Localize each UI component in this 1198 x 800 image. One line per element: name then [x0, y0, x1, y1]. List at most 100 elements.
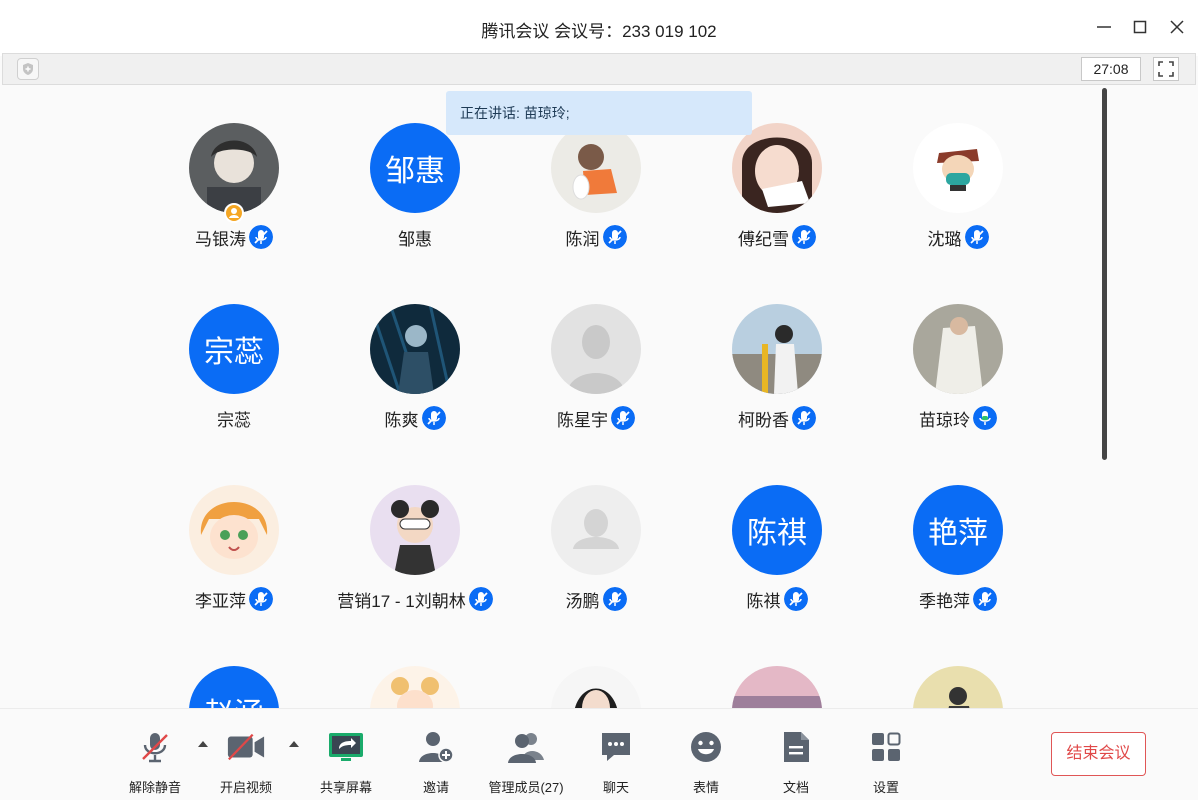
unmute-button[interactable]: 解除静音 — [115, 719, 195, 797]
mic-muted-icon[interactable] — [602, 587, 627, 611]
share-screen-button[interactable]: 共享屏幕 — [306, 719, 386, 797]
participant-name-row: 汤鹏 — [506, 586, 686, 612]
chat-button[interactable]: 聊天 — [576, 719, 656, 797]
mic-muted-icon[interactable] — [249, 587, 273, 611]
participant-name: 沈璐 — [927, 229, 962, 249]
manage-members-button[interactable]: 管理成员(27) — [486, 719, 566, 797]
participant-name: 宗蕊 — [217, 410, 251, 430]
participant-name: 陈星宇 — [557, 410, 608, 430]
mic-muted-icon[interactable] — [792, 225, 816, 249]
fullscreen-icon — [1158, 61, 1174, 77]
add-user-icon — [416, 727, 456, 767]
mic-muted-icon[interactable] — [783, 587, 808, 611]
participant-avatar: 陈祺 — [732, 485, 822, 575]
participant-tile[interactable]: 陈祺 陈祺 — [687, 449, 867, 611]
manage-members-label: 管理成员(27) — [488, 780, 564, 795]
meeting-toolbar: 解除静音 开启视频 共享屏幕 邀请 管理成员(27) 聊天 表情 文档 设置 结… — [0, 708, 1198, 800]
participant-tile[interactable]: 李亚萍 — [144, 449, 324, 611]
mic-muted-icon[interactable] — [973, 587, 997, 611]
reactions-button[interactable]: 表情 — [666, 719, 746, 797]
participant-avatar — [370, 666, 460, 708]
participant-name-row: 季艳萍 — [868, 586, 1048, 612]
participant-tile[interactable] — [868, 630, 1048, 708]
participant-tile[interactable]: 营销17 - 1刘朝林 — [325, 449, 505, 611]
host-badge — [224, 203, 244, 223]
participant-tile[interactable]: 陈星宇 — [506, 268, 686, 430]
unmute-label: 解除静音 — [128, 780, 181, 795]
video-options-caret[interactable] — [287, 737, 301, 751]
participant-avatar — [551, 485, 641, 575]
participant-name-row: 柯盼香 — [687, 405, 867, 431]
participant-name: 陈爽 — [384, 410, 419, 430]
participant-tile[interactable] — [325, 630, 505, 708]
settings-label: 设置 — [872, 780, 899, 795]
participant-avatar — [551, 304, 641, 394]
participant-avatar — [370, 304, 460, 394]
share-screen-label: 共享屏幕 — [319, 780, 372, 795]
smiley-icon — [686, 727, 726, 767]
participant-tile[interactable]: 陈爽 — [325, 268, 505, 430]
invite-button[interactable]: 邀请 — [396, 719, 476, 797]
maximize-button[interactable] — [1129, 16, 1151, 38]
close-icon — [1170, 20, 1184, 34]
participant-avatar — [189, 123, 279, 213]
fullscreen-button[interactable] — [1153, 57, 1179, 81]
current-speaker-banner: 正在讲话: 苗琼玲; — [446, 91, 752, 135]
participant-tile[interactable]: 汤鹏 — [506, 449, 686, 611]
mic-muted-icon[interactable] — [249, 225, 273, 249]
minimize-icon — [1097, 26, 1111, 28]
participant-name-row: 邹惠 — [325, 224, 505, 250]
meeting-info-bar: 27:08 — [2, 53, 1196, 85]
participant-avatar — [913, 304, 1003, 394]
mic-muted-icon[interactable] — [421, 406, 446, 430]
participant-tile[interactable]: 赵涵 — [144, 630, 324, 708]
camera-off-icon — [226, 727, 266, 767]
participant-avatar — [732, 304, 822, 394]
participant-tile[interactable]: 柯盼香 — [687, 268, 867, 430]
participant-tile[interactable] — [506, 630, 686, 708]
participant-avatar — [370, 485, 460, 575]
mic-active-icon[interactable] — [973, 406, 997, 430]
participant-name: 苗琼玲 — [919, 410, 970, 430]
start-video-button[interactable]: 开启视频 — [206, 719, 286, 797]
close-button[interactable] — [1166, 16, 1188, 38]
participant-name-row: 傅纪雪 — [687, 224, 867, 250]
participant-avatar: 赵涵 — [189, 666, 279, 708]
start-video-label: 开启视频 — [219, 780, 272, 795]
participant-avatar: 宗蕊 — [189, 304, 279, 394]
minimize-button[interactable] — [1093, 16, 1115, 38]
docs-label: 文档 — [782, 780, 809, 795]
participant-avatar — [732, 123, 822, 213]
caret-up-icon — [289, 741, 299, 747]
meeting-timer: 27:08 — [1081, 57, 1141, 81]
maximize-icon — [1133, 20, 1147, 34]
docs-button[interactable]: 文档 — [756, 719, 836, 797]
participant-tile[interactable]: 宗蕊 宗蕊 — [144, 268, 324, 430]
mic-muted-icon[interactable] — [611, 406, 635, 430]
settings-grid-icon — [866, 727, 906, 767]
mic-muted-icon[interactable] — [964, 225, 989, 249]
participant-tile[interactable]: 沈璐 — [868, 87, 1048, 249]
end-meeting-button[interactable]: 结束会议 — [1051, 732, 1146, 776]
participant-name: 陈祺 — [746, 591, 781, 611]
mic-muted-icon[interactable] — [602, 225, 627, 249]
share-screen-icon — [326, 727, 366, 767]
participant-tile[interactable]: 马银涛 — [144, 87, 324, 249]
participant-tile[interactable]: 艳萍 季艳萍 — [868, 449, 1048, 611]
mic-off-icon — [135, 727, 175, 767]
participant-avatar — [189, 485, 279, 575]
members-icon — [506, 727, 546, 767]
participant-tile[interactable] — [687, 630, 867, 708]
participant-name: 营销17 - 1刘朝林 — [337, 591, 466, 611]
participant-tile[interactable]: 苗琼玲 — [868, 268, 1048, 430]
mic-muted-icon[interactable] — [468, 587, 493, 611]
settings-button[interactable]: 设置 — [846, 719, 926, 797]
participant-avatar — [551, 666, 641, 708]
mic-muted-icon[interactable] — [792, 406, 816, 430]
grid-scrollbar-thumb[interactable] — [1102, 88, 1107, 460]
participant-avatar: 艳萍 — [913, 485, 1003, 575]
participant-name: 傅纪雪 — [738, 229, 789, 249]
security-shield-button[interactable] — [17, 58, 39, 80]
participant-avatar — [913, 123, 1003, 213]
participant-name-row: 宗蕊 — [144, 405, 324, 431]
